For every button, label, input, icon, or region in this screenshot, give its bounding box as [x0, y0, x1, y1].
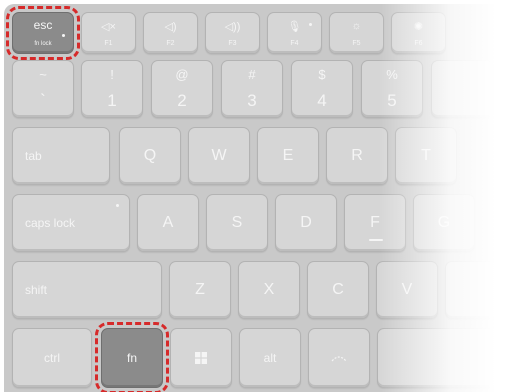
key-3-shift-label: #	[248, 67, 256, 82]
key-t-label: T	[421, 147, 431, 164]
mute-icon: ◁×	[101, 21, 116, 33]
f6-label: F6	[414, 40, 423, 47]
brightness-down-icon: ☼	[351, 20, 362, 32]
copilot-icon	[331, 356, 347, 362]
key-4-shift-label: $	[318, 67, 326, 82]
key-a[interactable]: A	[137, 194, 199, 252]
esc-key-label: esc	[33, 18, 53, 32]
f1-label: F1	[104, 40, 113, 47]
key-a-label: A	[162, 214, 174, 231]
key-2[interactable]: @ 2	[151, 60, 213, 118]
ctrl-label: ctrl	[44, 351, 60, 365]
f1-key[interactable]: ◁× F1	[81, 12, 136, 54]
key-w-label: W	[211, 147, 227, 164]
key-t[interactable]: T	[395, 127, 457, 185]
brightness-up-icon: ✺	[413, 21, 424, 33]
esc-key[interactable]: esc fn lock	[6, 6, 80, 60]
f3-label: F3	[228, 40, 237, 47]
keyboard: esc fn lock ◁× F1 ◁) F2 ◁)) F3 🎙︎ F4 ☼ F…	[0, 0, 509, 392]
volume-down-icon: ◁)	[164, 21, 177, 33]
key-z[interactable]: Z	[169, 261, 231, 319]
key-3[interactable]: # 3	[221, 60, 283, 118]
key-s[interactable]: S	[206, 194, 268, 252]
caps-lock-indicator	[116, 204, 119, 207]
shift-label: shift	[25, 283, 48, 297]
key-e-label: E	[282, 147, 294, 164]
key-e[interactable]: E	[257, 127, 319, 185]
key-v[interactable]: V	[376, 261, 438, 319]
fn-key[interactable]: fn	[95, 322, 169, 392]
tab-label: tab	[25, 149, 42, 163]
key-z-label: Z	[195, 281, 205, 298]
f5-key[interactable]: ☼ F5	[329, 12, 384, 54]
alt-key[interactable]: alt	[239, 328, 301, 388]
f4-key[interactable]: 🎙︎ F4	[267, 12, 322, 54]
key-d-label: D	[300, 214, 312, 231]
keyboard-deck: esc fn lock ◁× F1 ◁) F2 ◁)) F3 🎙︎ F4 ☼ F…	[4, 4, 509, 392]
key-4[interactable]: $ 4	[291, 60, 353, 118]
f2-label: F2	[166, 40, 175, 47]
f4-label: F4	[290, 40, 299, 47]
key-r[interactable]: R	[326, 127, 388, 185]
key-s-label: S	[231, 214, 243, 231]
caps-lock-key[interactable]: caps lock	[12, 194, 130, 252]
key-c-label: C	[332, 281, 344, 298]
key-x[interactable]: X	[238, 261, 300, 319]
alt-label: alt	[263, 351, 277, 365]
key-1[interactable]: ! 1	[81, 60, 143, 118]
key-3-label: 3	[247, 91, 257, 110]
key-f[interactable]: F	[344, 194, 406, 252]
windows-logo-icon	[195, 352, 207, 364]
key-d[interactable]: D	[275, 194, 337, 252]
f6-key[interactable]: ✺ F6	[391, 12, 446, 54]
mic-mute-icon: 🎙︎	[287, 21, 302, 33]
key-v-label: V	[401, 281, 413, 298]
key-q-label: Q	[143, 147, 157, 164]
key-f-label: F	[370, 214, 380, 231]
key-r-label: R	[351, 147, 363, 164]
key-2-shift-label: @	[175, 67, 189, 82]
key-g[interactable]: G	[413, 194, 475, 252]
f5-label: F5	[352, 40, 361, 47]
space-key[interactable]	[377, 328, 509, 388]
key-2-label: 2	[177, 91, 187, 110]
key-5-shift-label: %	[386, 67, 398, 82]
tab-key[interactable]: tab	[12, 127, 110, 185]
caps-lock-label: caps lock	[25, 216, 76, 230]
shift-key[interactable]: shift	[12, 261, 162, 319]
key-5-label: 5	[387, 91, 397, 110]
volume-up-icon: ◁))	[224, 21, 241, 33]
fn-lock-indicator	[62, 34, 65, 37]
tilde-label: ~	[39, 67, 47, 82]
key-w[interactable]: W	[188, 127, 250, 185]
key-x-label: X	[263, 281, 275, 298]
copilot-key[interactable]	[308, 328, 370, 388]
key-q[interactable]: Q	[119, 127, 181, 185]
key-1-label: 1	[107, 91, 117, 110]
f2-key[interactable]: ◁) F2	[143, 12, 198, 54]
key-1-shift-label: !	[110, 67, 114, 82]
home-bump-icon	[369, 239, 383, 241]
key-b[interactable]	[445, 261, 507, 319]
key-4-label: 4	[317, 91, 327, 110]
backtick-key[interactable]: ~ `	[12, 60, 74, 118]
ctrl-key[interactable]: ctrl	[12, 328, 92, 388]
key-g-label: G	[437, 214, 451, 231]
backtick-label: `	[40, 91, 46, 110]
windows-key[interactable]	[170, 328, 232, 388]
f3-key[interactable]: ◁)) F3	[205, 12, 260, 54]
key-5[interactable]: % 5	[361, 60, 423, 118]
key-c[interactable]: C	[307, 261, 369, 319]
fn-label: fn	[126, 351, 137, 365]
fn-lock-label: fn lock	[34, 41, 52, 47]
key-6[interactable]	[431, 60, 493, 118]
mic-mute-indicator	[309, 23, 312, 26]
